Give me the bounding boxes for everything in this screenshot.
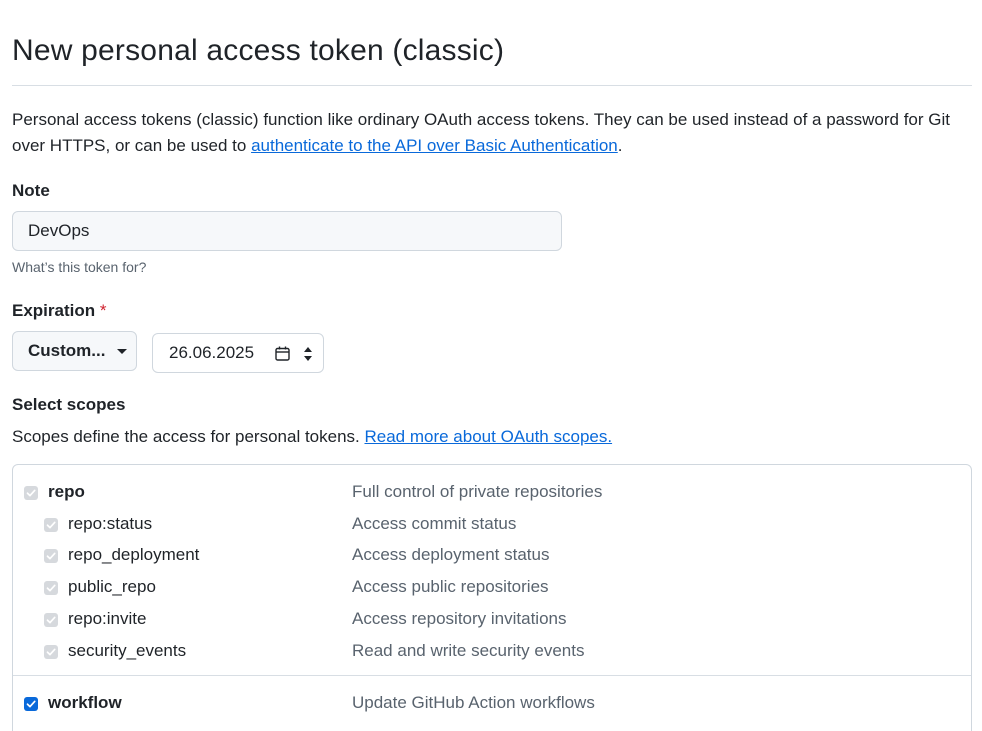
basic-auth-link[interactable]: authenticate to the API over Basic Authe… [251,136,618,155]
security-events-checkbox[interactable] [44,645,58,659]
expiration-label-text: Expiration [12,301,96,320]
scope-name: repo:status [68,514,153,533]
scope-description: Access repository invitations [352,609,567,628]
scope-description: Full control of private repositories [352,482,603,501]
scopes-description: Scopes define the access for personal to… [12,427,612,447]
scope-group-divider [13,675,971,676]
repo-deployment-checkbox[interactable] [44,549,58,563]
check-icon [46,552,56,560]
note-input[interactable] [12,211,562,251]
scope-description: Update GitHub Action workflows [352,693,595,712]
new-token-page: New personal access token (classic) Pers… [0,0,982,731]
scope-description: Read and write security events [352,641,585,660]
check-icon [46,648,56,656]
expiration-date-input[interactable]: 26.06.2025 [152,333,324,373]
scope-row-repo: repo Full control of private repositorie… [13,479,971,507]
description-suffix: . [617,136,623,155]
spinner-arrows-icon[interactable] [303,346,313,362]
scope-row-public-repo: public_repo Access public repositories [13,574,971,602]
scope-row-workflow: workflow Update GitHub Action workflows [13,690,971,718]
repo-status-checkbox[interactable] [44,518,58,532]
scope-description: Access commit status [352,514,517,533]
title-divider [12,85,972,86]
page-title: New personal access token (classic) [12,34,505,67]
check-icon [26,700,36,708]
scope-description: Access deployment status [352,545,550,564]
workflow-checkbox[interactable] [24,697,38,711]
scopes-label: Select scopes [12,395,126,414]
scope-description: Access public repositories [352,577,549,596]
note-hint: What’s this token for? [12,259,147,275]
scope-name: workflow [48,693,122,712]
expiration-date-value: 26.06.2025 [169,343,255,362]
check-icon [26,489,36,497]
scope-row-repo-status: repo:status Access commit status [13,511,971,539]
scopes-list: repo Full control of private repositorie… [12,464,972,731]
repo-checkbox[interactable] [24,486,38,500]
note-label: Note [12,181,50,200]
expiration-label: Expiration * [12,301,106,321]
check-icon [46,616,56,624]
scope-name: repo:invite [68,609,147,628]
repo-invite-checkbox[interactable] [44,613,58,627]
oauth-scopes-link[interactable]: Read more about OAuth scopes. [364,427,612,446]
expiration-selected-value: Custom... [28,341,106,360]
check-icon [46,584,56,592]
scope-name: repo_deployment [68,545,200,564]
scope-name: public_repo [68,577,156,596]
scope-name: security_events [68,641,187,660]
required-marker: * [99,301,107,320]
public-repo-checkbox[interactable] [44,581,58,595]
scopes-description-text: Scopes define the access for personal to… [12,427,365,446]
scope-row-repo-deployment: repo_deployment Access deployment status [13,542,971,570]
scope-row-repo-invite: repo:invite Access repository invitation… [13,606,971,634]
scope-name: repo [48,482,85,501]
caret-down-icon [117,348,128,354]
page-description: Personal access tokens (classic) functio… [12,107,972,159]
calendar-icon[interactable] [275,346,290,361]
scope-row-security-events: security_events Read and write security … [13,638,971,666]
check-icon [46,521,56,529]
expiration-select-button[interactable]: Custom... [12,331,137,371]
